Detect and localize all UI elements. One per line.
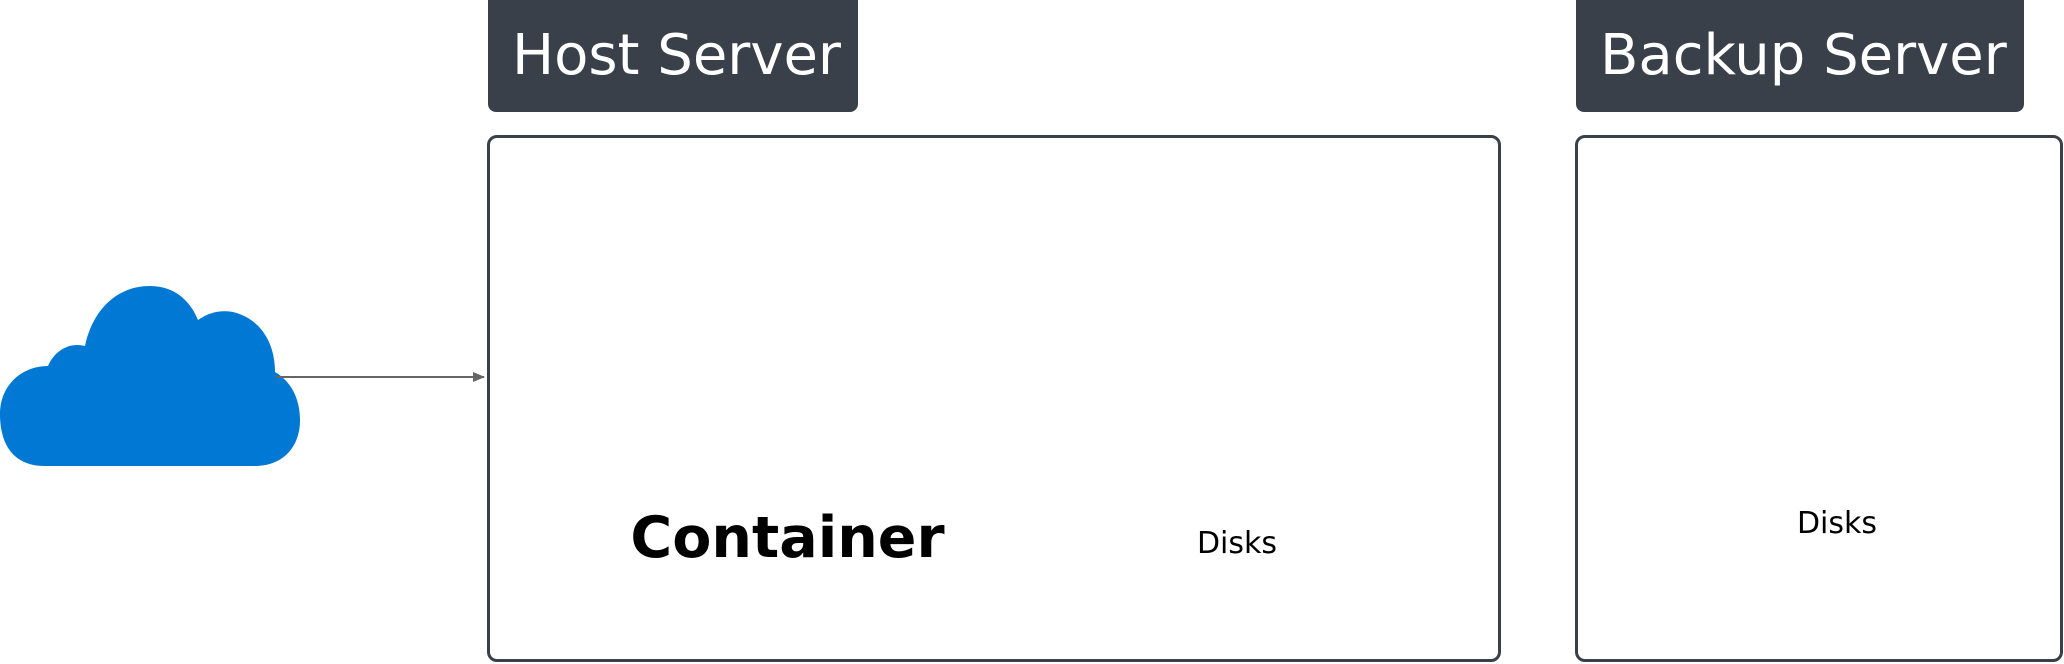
container-label: Container xyxy=(630,505,945,571)
host-server-title: Host Server xyxy=(488,0,858,112)
host-disks-label: Disks xyxy=(1196,526,1278,561)
host-server-box xyxy=(487,135,1501,662)
backup-server-title: Backup Server xyxy=(1576,0,2024,112)
backup-server-box xyxy=(1575,135,2063,662)
backup-disks-label: Disks xyxy=(1796,506,1878,541)
cloud-icon xyxy=(0,286,300,466)
